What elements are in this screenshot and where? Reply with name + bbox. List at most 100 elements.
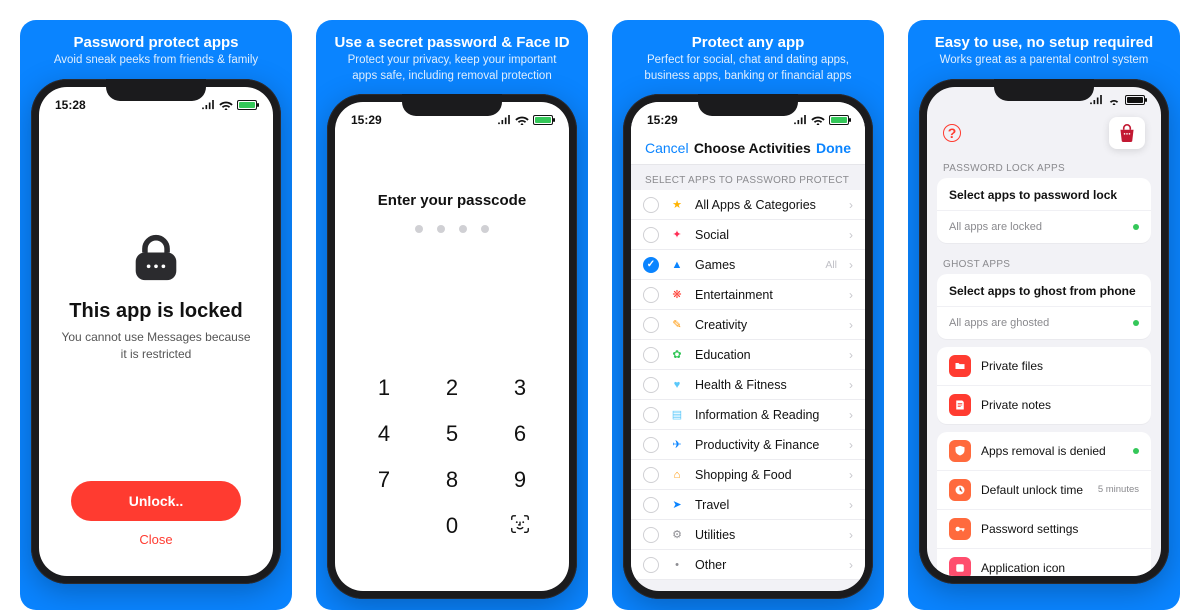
key-icon [949,518,971,540]
category-row[interactable]: ⚙Utilities› [631,520,865,550]
category-icon: ⌂ [669,467,685,483]
chevron-right-icon: › [849,438,853,452]
done-button[interactable]: Done [816,140,851,156]
category-label: All Apps & Categories [695,198,839,212]
key-3[interactable]: 3 [491,375,549,401]
passcode-title: Enter your passcode [378,192,526,209]
category-icon: ★ [669,197,685,213]
passcode-dots [415,225,489,233]
wifi-icon [219,100,233,110]
category-row[interactable]: ▲GamesAll› [631,250,865,280]
radio-icon[interactable] [643,377,659,393]
category-row[interactable]: ⌂ Shopping & Food › [631,460,865,490]
category-list[interactable]: ★All Apps & Categories›✦Social›▲GamesAll… [631,190,865,580]
radio-icon[interactable] [643,467,659,483]
lock-icon [128,234,184,282]
radio-icon[interactable] [643,347,659,363]
panel-3-sub: Perfect for social, chat and dating apps… [630,53,866,84]
signal-icon [1089,95,1103,105]
battery-icon [237,100,257,110]
settings-label: Default unlock time [981,483,1088,497]
card-lock-apps[interactable]: Select apps to password lock All apps ar… [937,178,1151,243]
category-label: Utilities [695,528,839,542]
settings-row[interactable]: Default unlock time 5 minutes [937,471,1151,510]
chevron-right-icon: › [849,558,853,572]
settings-meta: 5 minutes [1098,484,1139,495]
category-icon: ♥ [669,377,685,393]
category-icon: ⚙ [669,527,685,543]
category-label: Health & Fitness [695,378,839,392]
key-7[interactable]: 7 [355,467,413,493]
help-icon[interactable]: ? [943,124,961,142]
radio-checked-icon[interactable] [643,257,659,273]
radio-icon[interactable] [643,557,659,573]
locked-actions: Unlock.. Close [39,481,273,576]
key-8[interactable]: 8 [423,467,481,493]
category-label: Other [695,558,839,572]
key-5[interactable]: 5 [423,421,481,447]
unlock-button[interactable]: Unlock.. [71,481,241,521]
cancel-button[interactable]: Cancel [645,140,689,156]
wifi-icon [811,115,825,125]
radio-icon[interactable] [643,227,659,243]
key-1[interactable]: 1 [355,375,413,401]
note-icon [949,394,971,416]
category-icon: ▤ [669,407,685,423]
device-notch [698,94,798,116]
radio-icon[interactable] [643,317,659,333]
radio-icon[interactable] [643,497,659,513]
status-time: 15:28 [55,98,86,112]
category-row[interactable]: ▤Information & Reading› [631,400,865,430]
status-time: 15:29 [647,113,678,127]
category-label: Shopping & Food [695,468,839,482]
chevron-right-icon: › [849,378,853,392]
status-right [497,115,553,125]
category-row[interactable]: ✿Education› [631,340,865,370]
category-row[interactable]: ♥ Health & Fitness › [631,370,865,400]
wifi-icon [515,115,529,125]
settings-row[interactable]: Private notes [937,386,1151,424]
panel-1-sub: Avoid sneak peeks from friends & family [54,53,258,69]
category-row[interactable]: ❋Entertainment› [631,280,865,310]
screen-2: 15:29 Enter your passcode 1 2 3 4 5 6 [335,102,569,591]
promo-panel-3: Protect any app Perfect for social, chat… [612,20,884,610]
promo-panel-2: Use a secret password & Face ID Protect … [316,20,588,610]
radio-icon[interactable] [643,437,659,453]
settings-row[interactable]: Password settings [937,510,1151,549]
chevron-right-icon: › [849,468,853,482]
radio-icon[interactable] [643,287,659,303]
category-row[interactable]: ✦Social› [631,220,865,250]
key-6[interactable]: 6 [491,421,549,447]
key-0[interactable]: 0 [423,513,481,541]
category-row[interactable]: •Other› [631,550,865,580]
panel-4-title: Easy to use, no setup required [935,34,1153,51]
chevron-right-icon: › [849,228,853,242]
category-row[interactable]: ✎Creativity› [631,310,865,340]
ghost-head: Select apps to ghost from phone [949,284,1139,298]
category-icon: ✦ [669,227,685,243]
category-row[interactable]: ✈Productivity & Finance› [631,430,865,460]
key-2[interactable]: 2 [423,375,481,401]
status-time [943,93,946,107]
key-9[interactable]: 9 [491,467,549,493]
category-row[interactable]: ➤Travel› [631,490,865,520]
device-frame-3: 15:29 Cancel Choose Activities Done SELE… [623,94,873,599]
settings-row[interactable]: Application icon [937,549,1151,576]
settings-row[interactable]: Private files [937,347,1151,386]
key-4[interactable]: 4 [355,421,413,447]
locked-title: This app is locked [69,300,242,323]
faceid-button[interactable] [491,513,549,541]
screen-4: ? PASSWORD LOCK APPS Select apps to pass… [927,87,1161,576]
category-row[interactable]: ★All Apps & Categories› [631,190,865,220]
panel-2-sub: Protect your privacy, keep your importan… [334,53,570,84]
radio-icon[interactable] [643,197,659,213]
app-icon [949,557,971,576]
radio-icon[interactable] [643,527,659,543]
folder-icon [949,355,971,377]
close-button[interactable]: Close [133,531,178,548]
lock-sub: All apps are locked [949,221,1123,233]
ghost-sub: All apps are ghosted [949,317,1123,329]
card-ghost-apps[interactable]: Select apps to ghost from phone All apps… [937,274,1151,339]
radio-icon[interactable] [643,407,659,423]
settings-row[interactable]: Apps removal is denied [937,432,1151,471]
